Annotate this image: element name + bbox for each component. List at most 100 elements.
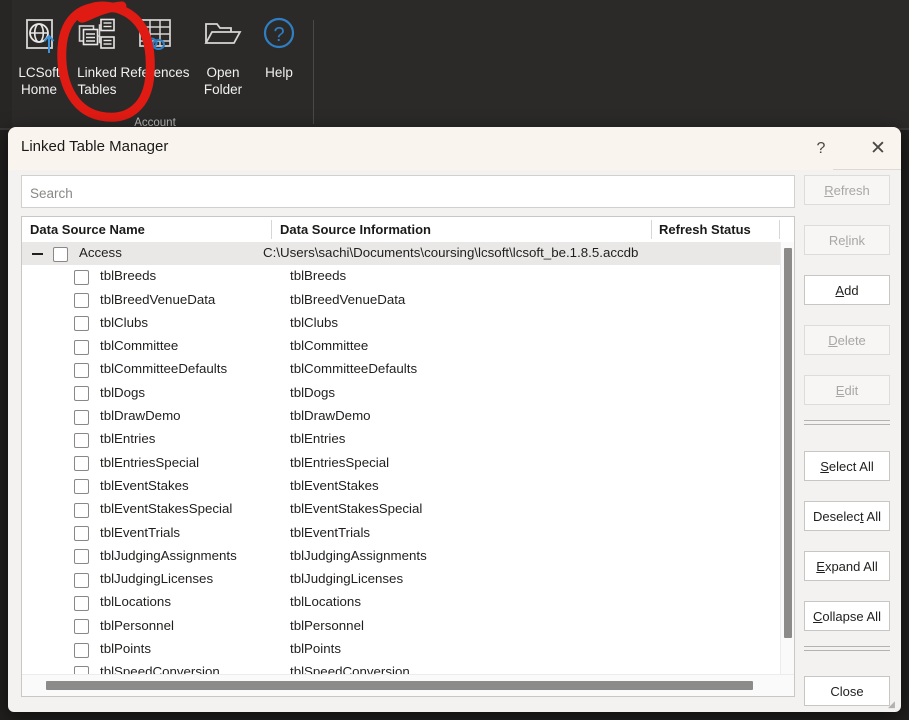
expand-all-button[interactable]: Expand All <box>804 551 890 581</box>
data-source-name: tblSpeedConversion <box>100 664 220 674</box>
data-source-information: tblEventTrials <box>290 524 371 540</box>
row-checkbox[interactable] <box>74 339 89 355</box>
table-row[interactable]: tblEventStakes tblEventStakes <box>22 475 780 498</box>
row-checkbox[interactable] <box>53 246 68 262</box>
data-source-information: tblBreeds <box>290 268 347 284</box>
ribbon-button-references[interactable]: References <box>120 16 190 116</box>
ribbon-group-separator <box>313 20 314 124</box>
table-row[interactable]: tblDrawDemo tblDrawDemo <box>22 405 780 428</box>
row-checkbox[interactable] <box>74 572 89 588</box>
open-folder-icon <box>203 16 243 58</box>
table-row[interactable]: tblBreeds tblBreeds <box>22 265 780 288</box>
table-row[interactable]: tblPersonnel tblPersonnel <box>22 615 780 638</box>
ribbon-button-help[interactable]: ? Help <box>248 16 310 116</box>
collapse-all-button[interactable]: Collapse All <box>804 601 890 631</box>
button-divider-top <box>804 420 890 421</box>
data-source-information: tblSpeedConversion <box>290 664 410 674</box>
vertical-scrollbar-thumb[interactable] <box>784 248 792 638</box>
row-checkbox[interactable] <box>74 386 89 402</box>
row-checkbox[interactable] <box>74 409 89 425</box>
column-splitter-1[interactable] <box>271 220 272 239</box>
data-source-information: tblCommitteeDefaults <box>290 361 418 377</box>
row-checkbox[interactable] <box>74 526 89 542</box>
ribbon-button-linked-tables[interactable]: Linked Tables <box>66 16 128 116</box>
search-input[interactable] <box>30 184 770 202</box>
add-button[interactable]: Add <box>804 275 890 305</box>
delete-button[interactable]: Delete <box>804 325 890 355</box>
references-grid-link-icon <box>135 16 175 58</box>
data-source-name: tblJudgingLicenses <box>100 571 214 587</box>
help-question-icon: ? <box>259 16 299 58</box>
table-row[interactable]: tblBreedVenueData tblBreedVenueData <box>22 289 780 312</box>
grid-horizontal-scrollbar[interactable] <box>22 674 794 696</box>
ribbon-button-lcsoft-home[interactable]: LCSoft Home <box>8 16 70 116</box>
ribbon-button-label: Linked Tables <box>77 65 117 97</box>
row-checkbox[interactable] <box>74 293 89 309</box>
table-row[interactable]: tblSpeedConversion tblSpeedConversion <box>22 661 780 674</box>
data-source-information: tblLocations <box>290 594 361 610</box>
dialog-titlebar: Linked Table Manager ? ✕ <box>8 127 901 170</box>
table-row[interactable]: tblClubs tblClubs <box>22 312 780 335</box>
data-source-information: tblPersonnel <box>290 617 364 633</box>
column-header-refresh-status[interactable]: Refresh Status <box>659 217 751 242</box>
collapse-expander-icon[interactable] <box>31 249 44 259</box>
table-row[interactable]: tblCommittee tblCommittee <box>22 335 780 358</box>
resize-grip[interactable]: ◢ <box>888 700 898 710</box>
table-row-group[interactable]: Access C:\Users\sachi\Documents\coursing… <box>22 242 780 266</box>
column-splitter-3[interactable] <box>779 220 780 239</box>
row-checkbox[interactable] <box>74 316 89 332</box>
close-button[interactable]: Close <box>804 676 890 706</box>
row-checkbox[interactable] <box>74 362 89 378</box>
column-header-data-source-information[interactable]: Data Source Information <box>280 217 431 242</box>
row-checkbox[interactable] <box>74 642 89 658</box>
data-source-name: tblJudgingAssignments <box>100 547 237 563</box>
row-checkbox[interactable] <box>74 269 89 285</box>
data-source-name: tblBreeds <box>100 268 157 284</box>
edit-button[interactable]: Edit <box>804 375 890 405</box>
table-row[interactable]: tblEventStakesSpecial tblEventStakesSpeci… <box>22 498 780 521</box>
ribbon-button-open-folder[interactable]: Open Folder <box>192 16 254 116</box>
row-checkbox[interactable] <box>74 502 89 518</box>
grid-vertical-scrollbar[interactable] <box>780 242 794 674</box>
data-source-name: tblEntriesSpecial <box>100 454 200 470</box>
titlebar-underline <box>833 169 901 170</box>
table-row[interactable]: tblEntriesSpecial tblEntriesSpecial <box>22 452 780 475</box>
relink-button[interactable]: Relink <box>804 225 890 255</box>
table-row[interactable]: tblDogs tblDogs <box>22 382 780 405</box>
table-row[interactable]: tblPoints tblPoints <box>22 638 780 661</box>
table-row[interactable]: tblJudgingAssignments tblJudgingAssignmen… <box>22 545 780 568</box>
refresh-button[interactable]: Refresh <box>804 175 890 205</box>
row-checkbox[interactable] <box>74 549 89 565</box>
dialog-help-icon[interactable]: ? <box>798 127 844 170</box>
data-source-information: tblEntriesSpecial <box>290 454 390 470</box>
column-splitter-2[interactable] <box>651 220 652 239</box>
row-checkbox[interactable] <box>74 595 89 611</box>
table-row[interactable]: tblEventTrials tblEventTrials <box>22 522 780 545</box>
row-checkbox[interactable] <box>74 479 89 495</box>
deselect-all-button[interactable]: Deselect All <box>804 501 890 531</box>
table-row[interactable]: tblJudgingLicenses tblJudgingLicenses <box>22 568 780 591</box>
row-checkbox[interactable] <box>74 432 89 448</box>
table-row[interactable]: tblCommitteeDefaults tblCommitteeDefaults <box>22 358 780 381</box>
ribbon-button-label: Help <box>265 65 293 80</box>
horizontal-scrollbar-thumb[interactable] <box>46 681 753 690</box>
button-divider-bottom-2 <box>804 650 890 651</box>
data-source-information: tblClubs <box>290 314 339 330</box>
column-header-data-source-name[interactable]: Data Source Name <box>30 217 145 242</box>
data-source-information: tblDogs <box>290 384 336 400</box>
data-source-information: tblEventStakes <box>290 477 379 493</box>
data-source-name: tblEventStakes <box>100 477 189 493</box>
select-all-button[interactable]: Select All <box>804 451 890 481</box>
table-row[interactable]: tblLocations tblLocations <box>22 591 780 614</box>
table-row[interactable]: tblEntries tblEntries <box>22 428 780 451</box>
row-checkbox[interactable] <box>74 665 89 674</box>
row-checkbox[interactable] <box>74 456 89 472</box>
data-source-information: tblPoints <box>290 641 341 657</box>
globe-upload-icon <box>19 16 59 58</box>
close-icon[interactable]: ✕ <box>855 127 901 170</box>
row-checkbox[interactable] <box>74 619 89 635</box>
data-source-information: tblJudgingAssignments <box>290 547 427 563</box>
dialog-title: Linked Table Manager <box>21 138 169 155</box>
data-source-information: tblEntries <box>290 431 346 447</box>
search-box[interactable] <box>21 175 795 208</box>
